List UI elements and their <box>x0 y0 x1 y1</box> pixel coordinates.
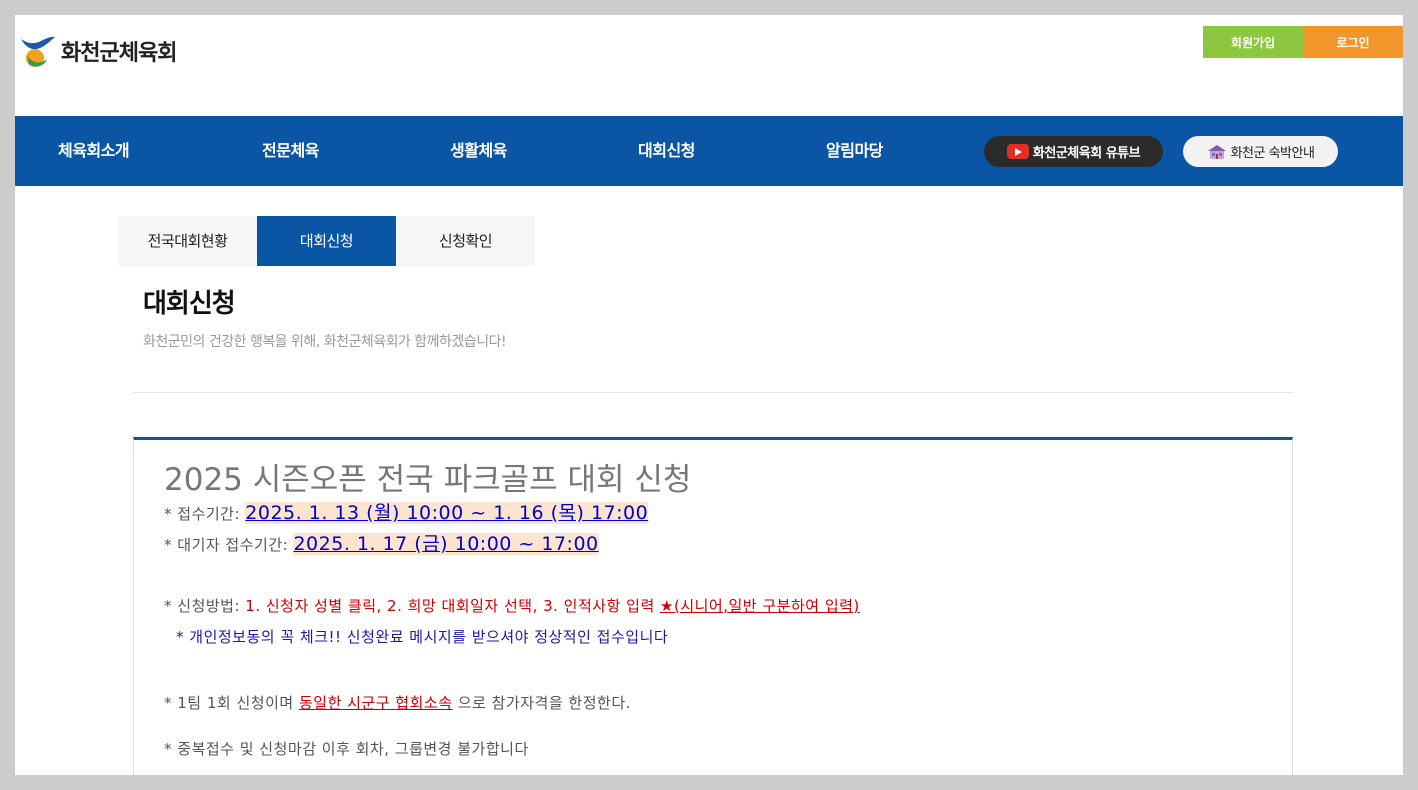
page-subtitle: 화천군민의 건강한 행복을 위해, 화천군체육회가 함께하겠습니다! <box>143 334 507 350</box>
period-value: 2025. 1. 13 (월) 10:00 ~ 1. 16 (목) 17:00 <box>245 502 649 524</box>
wait-period-line: * 대기자 접수기간: 2025. 1. 17 (금) 10:00 ~ 17:0… <box>164 529 599 556</box>
divider <box>133 392 1293 393</box>
duplicate-note: * 중복접수 및 신청마감 이후 회차, 그룹변경 불가합니다 <box>164 740 529 758</box>
lodging-button[interactable]: 화천군 숙박안내 <box>1183 136 1338 167</box>
method-value: 1. 신청자 성별 클릭, 2. 희망 대회일자 선택, 3. 인적사항 입력 <box>245 597 661 615</box>
youtube-button[interactable]: 화천군체육회 유튜브 <box>984 136 1163 167</box>
page-title: 대회신청 <box>143 289 236 319</box>
notice-title: 2025 시즌오픈 전국 파크골프 대회 신청 <box>164 462 692 498</box>
main-nav: 체육회소개 전문체육 생활체육 대회신청 알림마당 화천군체육회 유튜브 화천군… <box>15 116 1403 186</box>
privacy-note: * 개인정보동의 꼭 체크!! 신청완료 메시지를 받으셔야 정상적인 접수입니… <box>176 628 669 646</box>
nav-item-competition-apply[interactable]: 대회신청 <box>638 116 695 186</box>
method-note: ★(시니어,일반 구분하여 입력) <box>660 597 860 615</box>
youtube-label: 화천군체육회 유튜브 <box>1032 146 1141 161</box>
site-logo[interactable]: 화천군체육회 <box>17 33 177 69</box>
team-prefix: * 1팀 1회 신청이며 <box>164 694 299 712</box>
team-line: * 1팀 1회 신청이며 동일한 시군구 협회소속 으로 참가자격을 한정한다. <box>164 692 631 713</box>
youtube-icon <box>1006 144 1029 159</box>
wait-period-value: 2025. 1. 17 (금) 10:00 ~ 17:00 <box>293 533 599 555</box>
notice-box: 2025 시즌오픈 전국 파크골프 대회 신청 * 접수기간: 2025. 1.… <box>133 437 1293 775</box>
page-frame: 화천군체육회 회원가입 로그인 체육회소개 전문체육 생활체육 대회신청 알림마… <box>15 15 1403 775</box>
method-label: * 신청방법: <box>164 597 246 615</box>
lodging-label: 화천군 숙박안내 <box>1230 146 1315 161</box>
join-button[interactable]: 회원가입 <box>1203 26 1303 58</box>
tab-competition-apply[interactable]: 대회신청 <box>257 216 396 266</box>
nav-item-notices[interactable]: 알림마당 <box>826 116 883 186</box>
house-icon <box>1207 144 1226 159</box>
nav-item-elite-sports[interactable]: 전문체육 <box>262 116 319 186</box>
logo-text: 화천군체육회 <box>61 41 177 66</box>
tab-apply-check[interactable]: 신청확인 <box>396 216 535 266</box>
sub-tabs: 전국대회현황 대회신청 신청확인 <box>118 216 535 266</box>
method-line: * 신청방법: 1. 신청자 성별 클릭, 2. 희망 대회일자 선택, 3. … <box>164 595 860 616</box>
wait-period-label: * 대기자 접수기간: <box>164 536 294 554</box>
period-label: * 접수기간: <box>164 505 246 523</box>
logo-mark-icon <box>21 36 55 67</box>
auth-buttons: 회원가입 로그인 <box>1203 26 1403 58</box>
tab-competition-status[interactable]: 전국대회현황 <box>118 216 257 266</box>
team-suffix: 으로 참가자격을 한정한다. <box>452 694 631 712</box>
nav-item-about[interactable]: 체육회소개 <box>58 116 130 186</box>
nav-item-community-sports[interactable]: 생활체육 <box>450 116 507 186</box>
login-button[interactable]: 로그인 <box>1303 26 1403 58</box>
team-highlight: 동일한 시군구 협회소속 <box>298 694 453 712</box>
period-line: * 접수기간: 2025. 1. 13 (월) 10:00 ~ 1. 16 (목… <box>164 498 649 525</box>
